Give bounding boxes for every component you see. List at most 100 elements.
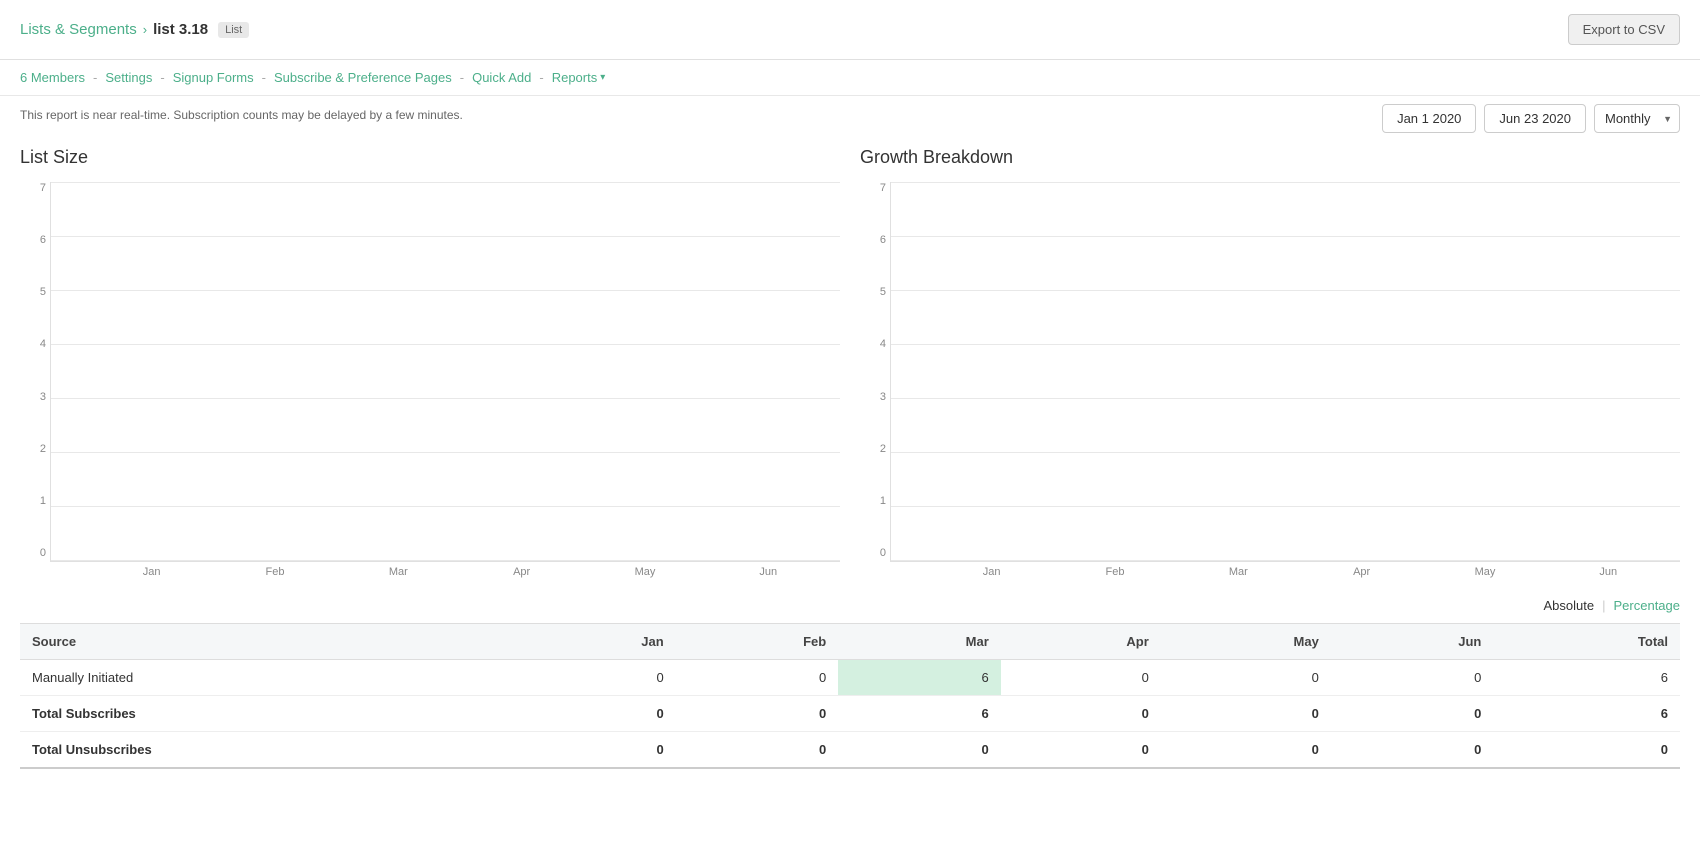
percentage-view-link[interactable]: Percentage [1614,598,1681,613]
growth-x-axis: Jan Feb Mar Apr May Jun [920,562,1680,578]
table-row: Total Subscribes 0 0 6 0 0 0 6 [20,696,1680,732]
cell-apr-1: 0 [1001,660,1161,696]
list-size-x-axis: Jan Feb Mar Apr May Jun [80,562,840,578]
view-sep: | [1602,598,1605,613]
cell-mar-1: 6 [838,660,1001,696]
date-start-button[interactable]: Jan 1 2020 [1382,104,1476,133]
nav-reports-label: Reports [552,70,598,85]
g-x-jan: Jan [930,566,1053,578]
growth-table: Source Jan Feb Mar Apr May Jun Total Man… [20,623,1680,769]
g-y-1: 1 [861,495,886,507]
cell-total-2: 6 [1493,696,1680,732]
breadcrumb-arrow-icon: › [143,22,147,37]
nav-sep-4: - [460,70,464,85]
y-label-6: 6 [21,234,46,246]
growth-breakdown-title: Growth Breakdown [860,147,1680,168]
col-may: May [1161,624,1331,660]
col-apr: Apr [1001,624,1161,660]
list-size-chart: List Size 0 1 2 [20,147,840,578]
g-y-3: 3 [861,391,886,403]
g-x-may: May [1423,566,1546,578]
cell-total-1: 6 [1493,660,1680,696]
table-view-links: Absolute | Percentage [20,598,1680,613]
nav-members[interactable]: 6 Members [20,70,85,85]
y-label-7: 7 [21,182,46,194]
cell-may-2: 0 [1161,696,1331,732]
g-y-6: 6 [861,234,886,246]
nav-sep-5: - [539,70,543,85]
y-label-0: 0 [21,547,46,559]
period-select-wrapper: Monthly [1594,104,1680,133]
col-total: Total [1493,624,1680,660]
list-size-chart-area: 0 1 2 3 4 5 6 7 [50,182,840,562]
nav-settings[interactable]: Settings [105,70,152,85]
g-y-5: 5 [861,286,886,298]
date-controls: Jan 1 2020 Jun 23 2020 Monthly [1382,104,1680,133]
nav-subscribe-pages[interactable]: Subscribe & Preference Pages [274,70,452,85]
date-end-button[interactable]: Jun 23 2020 [1484,104,1586,133]
nav-quick-add[interactable]: Quick Add [472,70,531,85]
nav-reports-dropdown[interactable]: Reports ▾ [552,70,606,85]
period-select[interactable]: Monthly [1594,104,1680,133]
cell-apr-2: 0 [1001,696,1161,732]
cell-source-3: Total Unsubscribes [20,732,516,769]
cell-mar-3: 0 [838,732,1001,769]
g-x-feb: Feb [1053,566,1176,578]
table-row: Manually Initiated 0 0 6 0 0 0 6 [20,660,1680,696]
breadcrumb-lists-link[interactable]: Lists & Segments [20,21,137,38]
y-label-3: 3 [21,391,46,403]
cell-jan-3: 0 [516,732,676,769]
x-label-jan: Jan [90,566,213,578]
col-mar: Mar [838,624,1001,660]
cell-apr-3: 0 [1001,732,1161,769]
x-label-jun: Jun [707,566,830,578]
table-section: Absolute | Percentage Source Jan Feb Mar… [0,598,1700,789]
cell-source-2: Total Subscribes [20,696,516,732]
table-header-row: Source Jan Feb Mar Apr May Jun Total [20,624,1680,660]
col-source: Source [20,624,516,660]
y-label-1: 1 [21,495,46,507]
table-row: Total Unsubscribes 0 0 0 0 0 0 0 [20,732,1680,769]
absolute-view-link[interactable]: Absolute [1544,598,1595,613]
cell-jan-1: 0 [516,660,676,696]
breadcrumb-current: list 3.18 [153,21,208,38]
growth-breakdown-chart: Growth Breakdown 0 1 2 3 [860,147,1680,578]
g-y-2: 2 [861,443,886,455]
g-y-4: 4 [861,338,886,350]
x-label-feb: Feb [213,566,336,578]
g-y-7: 7 [861,182,886,194]
nav-signup-forms[interactable]: Signup Forms [173,70,254,85]
x-label-mar: Mar [337,566,460,578]
nav-bar: 6 Members - Settings - Signup Forms - Su… [0,60,1700,96]
cell-feb-2: 0 [676,696,839,732]
nav-sep-3: - [262,70,266,85]
cell-may-3: 0 [1161,732,1331,769]
nav-sep-2: - [160,70,164,85]
cell-jan-2: 0 [516,696,676,732]
x-label-may: May [583,566,706,578]
cell-jun-1: 0 [1331,660,1494,696]
report-notice: This report is near real-time. Subscript… [20,108,463,122]
cell-mar-2: 6 [838,696,1001,732]
x-label-apr: Apr [460,566,583,578]
y-label-4: 4 [21,338,46,350]
cell-may-1: 0 [1161,660,1331,696]
cell-feb-1: 0 [676,660,839,696]
export-csv-button[interactable]: Export to CSV [1568,14,1680,45]
col-jan: Jan [516,624,676,660]
col-feb: Feb [676,624,839,660]
col-jun: Jun [1331,624,1494,660]
g-y-0: 0 [861,547,886,559]
y-axis-labels: 0 1 2 3 4 5 6 7 [21,182,46,561]
growth-bars [891,182,1680,561]
breadcrumb-badge: List [218,22,249,38]
y-label-2: 2 [21,443,46,455]
g-x-mar: Mar [1177,566,1300,578]
top-header: Lists & Segments › list 3.18 List Export… [0,0,1700,60]
cell-total-3: 0 [1493,732,1680,769]
growth-chart-area: 0 1 2 3 4 5 6 7 [890,182,1680,562]
list-size-bars [51,182,840,561]
cell-feb-3: 0 [676,732,839,769]
nav-sep-1: - [93,70,97,85]
controls-section: This report is near real-time. Subscript… [0,96,1700,137]
